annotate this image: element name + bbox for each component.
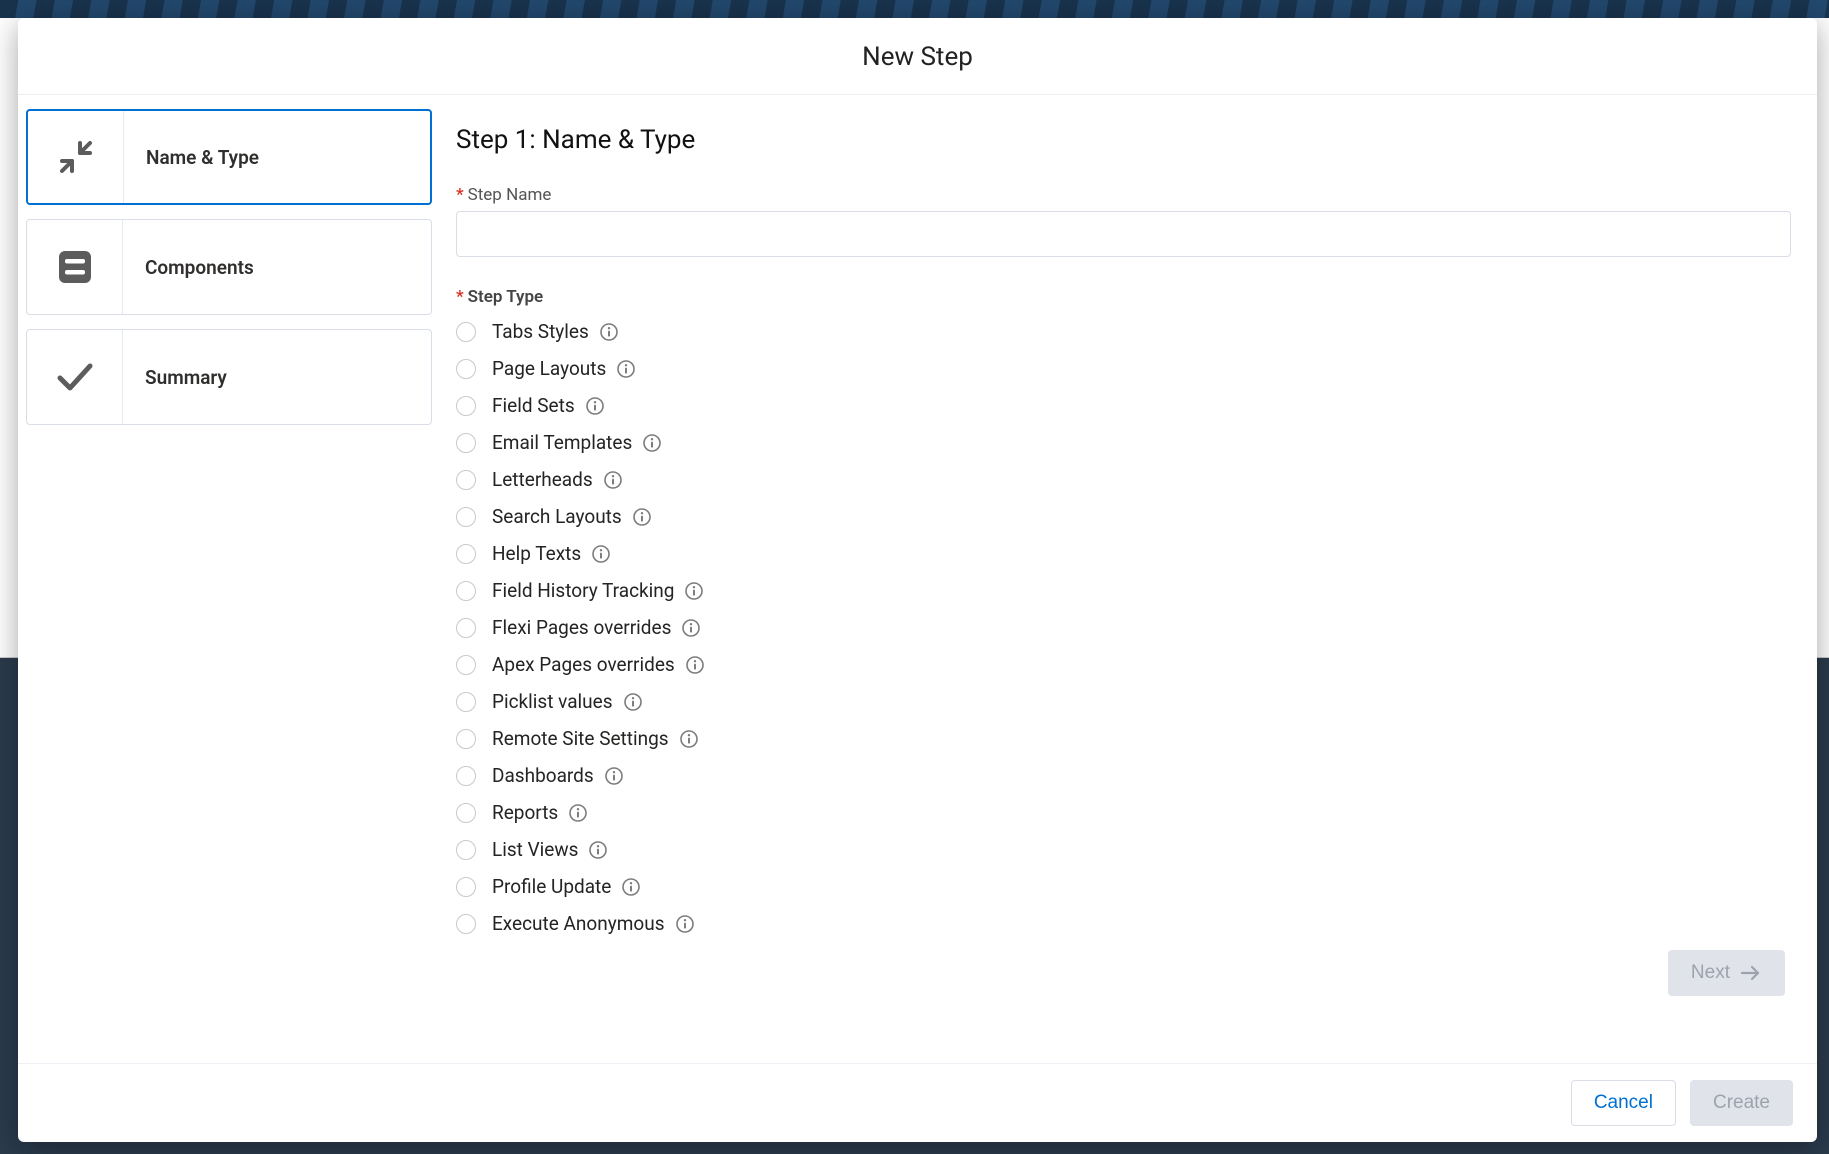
radio-label: Profile Update (492, 875, 611, 898)
radio-label: List Views (492, 838, 578, 861)
step-type-group: *Step Type Tabs Styles Page Layouts Field … (456, 287, 1791, 942)
radio-label: Field Sets (492, 394, 575, 417)
radio-label: Dashboards (492, 764, 594, 787)
info-icon[interactable] (588, 840, 608, 860)
radio-label: Remote Site Settings (492, 727, 669, 750)
info-icon[interactable] (568, 803, 588, 823)
info-icon[interactable] (621, 877, 641, 897)
radio-input[interactable] (456, 359, 476, 379)
step-type-option[interactable]: List Views (456, 831, 1791, 868)
step-name-label: *Step Name (456, 185, 1791, 205)
radio-input[interactable] (456, 840, 476, 860)
wizard-step-summary[interactable]: Summary (26, 329, 432, 425)
radio-input[interactable] (456, 396, 476, 416)
step-type-option[interactable]: Remote Site Settings (456, 720, 1791, 757)
form-area: Step 1: Name & Type *Step Name *Step Typ… (456, 109, 1791, 1059)
info-icon[interactable] (604, 766, 624, 786)
radio-label: Page Layouts (492, 357, 606, 380)
next-button[interactable]: Next (1668, 950, 1785, 996)
radio-input[interactable] (456, 914, 476, 934)
step-type-option[interactable]: Help Texts (456, 535, 1791, 572)
radio-input[interactable] (456, 507, 476, 527)
step-name-input[interactable] (456, 211, 1791, 257)
info-icon[interactable] (685, 655, 705, 675)
wizard-nav: Name & Type Components (26, 109, 456, 1059)
info-icon[interactable] (591, 544, 611, 564)
list-icon (27, 220, 123, 314)
step-type-option[interactable]: Execute Anonymous (456, 905, 1791, 942)
step-heading: Step 1: Name & Type (456, 125, 1791, 155)
wizard-step-components[interactable]: Components (26, 219, 432, 315)
info-icon[interactable] (679, 729, 699, 749)
info-icon[interactable] (684, 581, 704, 601)
radio-label: Execute Anonymous (492, 912, 665, 935)
modal-body: Name & Type Components (18, 95, 1817, 1063)
step-type-option[interactable]: Dashboards (456, 757, 1791, 794)
info-icon[interactable] (616, 359, 636, 379)
wizard-step-label: Summary (123, 366, 227, 389)
radio-input[interactable] (456, 581, 476, 601)
radio-label: Apex Pages overrides (492, 653, 675, 676)
step-type-option[interactable]: Flexi Pages overrides (456, 609, 1791, 646)
check-icon (27, 330, 123, 424)
radio-input[interactable] (456, 544, 476, 564)
info-icon[interactable] (599, 322, 619, 342)
step-type-option[interactable]: Reports (456, 794, 1791, 831)
create-button[interactable]: Create (1690, 1080, 1793, 1126)
radio-input[interactable] (456, 322, 476, 342)
radio-input[interactable] (456, 470, 476, 490)
radio-label: Letterheads (492, 468, 593, 491)
info-icon[interactable] (681, 618, 701, 638)
info-icon[interactable] (632, 507, 652, 527)
wizard-step-label: Name & Type (124, 146, 259, 169)
info-icon[interactable] (623, 692, 643, 712)
modal-footer: Cancel Create (18, 1063, 1817, 1142)
step-type-option[interactable]: Page Layouts (456, 350, 1791, 387)
radio-input[interactable] (456, 803, 476, 823)
radio-input[interactable] (456, 877, 476, 897)
step-type-option[interactable]: Tabs Styles (456, 313, 1791, 350)
radio-input[interactable] (456, 433, 476, 453)
required-marker: * (456, 287, 464, 307)
step-type-option[interactable]: Field Sets (456, 387, 1791, 424)
radio-input[interactable] (456, 692, 476, 712)
step-type-option[interactable]: Search Layouts (456, 498, 1791, 535)
radio-input[interactable] (456, 729, 476, 749)
step-type-label: *Step Type (456, 287, 1791, 307)
info-icon[interactable] (675, 914, 695, 934)
background-top-strip (0, 0, 1829, 18)
step-type-option[interactable]: Letterheads (456, 461, 1791, 498)
radio-label: Tabs Styles (492, 320, 589, 343)
info-icon[interactable] (642, 433, 662, 453)
radio-label: Search Layouts (492, 505, 622, 528)
new-step-modal: New Step Name & Type (18, 18, 1817, 1142)
radio-label: Help Texts (492, 542, 581, 565)
radio-label: Picklist values (492, 690, 613, 713)
required-marker: * (456, 185, 464, 205)
wizard-step-name-type[interactable]: Name & Type (26, 109, 432, 205)
step-type-option[interactable]: Field History Tracking (456, 572, 1791, 609)
radio-label: Reports (492, 801, 558, 824)
wizard-step-label: Components (123, 256, 254, 279)
step-type-option[interactable]: Email Templates (456, 424, 1791, 461)
modal-title: New Step (18, 42, 1817, 72)
info-icon[interactable] (603, 470, 623, 490)
step-type-option[interactable]: Profile Update (456, 868, 1791, 905)
step-type-option[interactable]: Apex Pages overrides (456, 646, 1791, 683)
radio-label: Email Templates (492, 431, 632, 454)
radio-label: Field History Tracking (492, 579, 674, 602)
step-type-option[interactable]: Picklist values (456, 683, 1791, 720)
cancel-button[interactable]: Cancel (1571, 1080, 1676, 1126)
collapse-icon (28, 111, 124, 203)
radio-input[interactable] (456, 655, 476, 675)
radio-input[interactable] (456, 766, 476, 786)
modal-header: New Step (18, 18, 1817, 95)
radio-input[interactable] (456, 618, 476, 638)
arrow-right-icon (1740, 964, 1762, 982)
info-icon[interactable] (585, 396, 605, 416)
radio-label: Flexi Pages overrides (492, 616, 671, 639)
